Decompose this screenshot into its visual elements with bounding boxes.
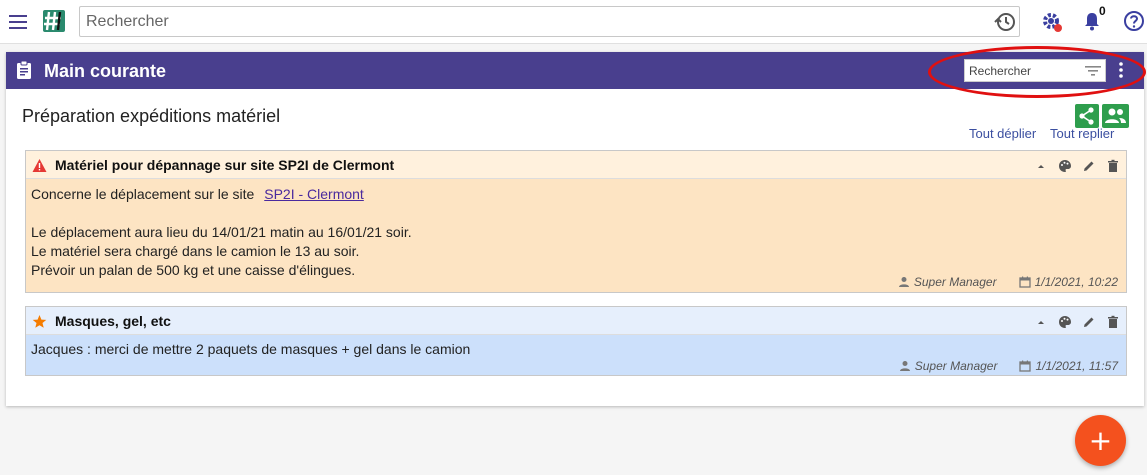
notification-count: 0 — [1099, 4, 1106, 18]
entry-tools — [1034, 158, 1120, 174]
entry-line: Prévoir un palan de 500 kg et une caisse… — [31, 262, 356, 278]
card-header: Main courante — [6, 52, 1144, 89]
star-icon — [32, 315, 47, 328]
share-button[interactable] — [1075, 104, 1099, 128]
entry-meta: Super Manager 1/1/2021, 11:57 — [899, 359, 1118, 373]
global-search — [79, 6, 1020, 37]
menu-icon[interactable] — [8, 12, 28, 32]
group-icon — [1105, 108, 1126, 123]
entry-title: Masques, gel, etc — [55, 313, 171, 329]
entry-header[interactable]: Matériel pour dépannage sur site SP2I de… — [26, 151, 1126, 179]
entry-line: Le déplacement aura lieu du 14/01/21 mat… — [31, 224, 412, 240]
global-search-input[interactable] — [86, 7, 986, 36]
entry-author: Super Manager — [914, 359, 998, 373]
expand-all-link[interactable]: Tout déplier — [969, 126, 1036, 141]
delete-icon[interactable] — [1106, 315, 1120, 329]
edit-icon[interactable] — [1082, 159, 1096, 173]
entry-line: Jacques : merci de mettre 2 paquets de m… — [31, 341, 471, 357]
calendar-icon — [1018, 276, 1031, 288]
warning-icon — [32, 159, 47, 172]
app-logo[interactable] — [40, 7, 68, 35]
site-link[interactable]: SP2I - Clermont — [264, 186, 364, 202]
add-entry-button[interactable]: + — [1075, 415, 1126, 466]
delete-icon[interactable] — [1106, 159, 1120, 173]
entry-header[interactable]: Masques, gel, etc — [26, 307, 1126, 335]
help-icon[interactable] — [1123, 10, 1145, 32]
edit-icon[interactable] — [1082, 315, 1096, 329]
settings-icon[interactable] — [1040, 10, 1064, 34]
entry-line: Concerne le déplacement sur le site SP2I… — [31, 185, 412, 204]
entry-text: Concerne le déplacement sur le site — [31, 186, 255, 202]
palette-icon[interactable] — [1058, 315, 1072, 329]
entry-title: Matériel pour dépannage sur site SP2I de… — [55, 157, 395, 173]
log-entry: Matériel pour dépannage sur site SP2I de… — [25, 150, 1127, 293]
section-title: Préparation expéditions matériel — [22, 106, 281, 126]
entry-author: Super Manager — [913, 275, 997, 289]
collapse-icon[interactable] — [1034, 159, 1048, 173]
log-entry: Masques, gel, etc Jacques : merci de met… — [25, 306, 1127, 376]
filter-icon[interactable] — [1084, 63, 1102, 79]
collapse-icon[interactable] — [1034, 315, 1048, 329]
card-search — [964, 59, 1106, 82]
share-icon — [1079, 107, 1094, 125]
search-history-icon[interactable] — [993, 10, 1017, 34]
calendar-icon — [1019, 360, 1032, 372]
card-search-input[interactable] — [969, 60, 1079, 81]
top-bar: 0 — [0, 0, 1147, 44]
main-courante-card: Main courante Préparation expéditions ma… — [6, 52, 1144, 406]
entry-meta: Super Manager 1/1/2021, 10:22 — [898, 275, 1118, 289]
clipboard-icon — [17, 60, 31, 79]
entry-tools — [1034, 314, 1120, 330]
entry-date: 1/1/2021, 10:22 — [1034, 275, 1118, 289]
collapse-all-link[interactable]: Tout replier — [1050, 126, 1114, 141]
plus-icon: + — [1088, 424, 1113, 457]
card-title: Main courante — [44, 61, 167, 81]
participants-button[interactable] — [1102, 104, 1129, 128]
entry-line: Le matériel sera chargé dans le camion l… — [31, 243, 360, 259]
person-icon — [898, 277, 909, 287]
more-options-icon[interactable] — [1116, 60, 1126, 80]
entry-body: Jacques : merci de mettre 2 paquets de m… — [31, 340, 470, 359]
entry-body: Concerne le déplacement sur le site SP2I… — [31, 185, 412, 280]
entry-date: 1/1/2021, 11:57 — [1035, 359, 1118, 373]
palette-icon[interactable] — [1058, 159, 1072, 173]
person-icon — [899, 361, 910, 371]
